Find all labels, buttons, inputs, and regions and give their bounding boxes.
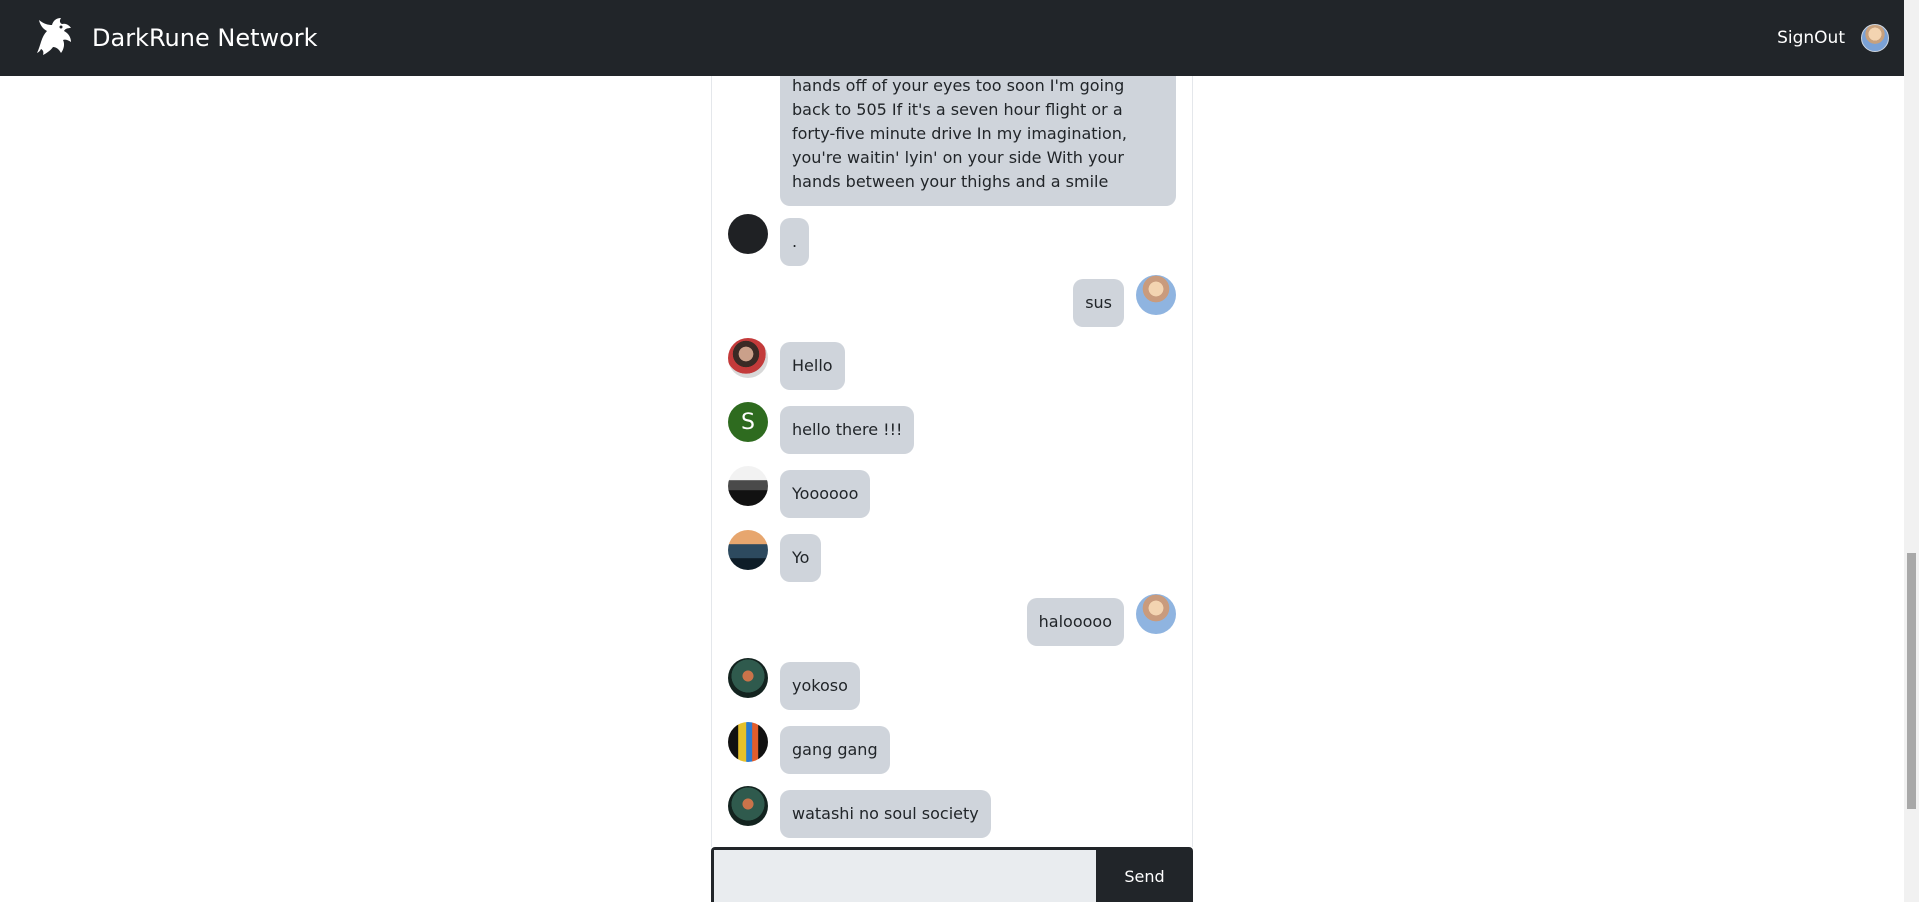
- brand-name: DarkRune Network: [92, 24, 318, 52]
- message-bubble: Yoooooo: [780, 470, 871, 518]
- page-scrollbar[interactable]: [1904, 0, 1919, 902]
- send-button[interactable]: Send: [1096, 850, 1193, 902]
- bw-photo-avatar: [728, 466, 768, 506]
- message-bubble: watashi no soul society: [780, 790, 991, 838]
- me-avatar: [1136, 594, 1176, 634]
- forest-photo-avatar: [728, 786, 768, 826]
- message-bubble: yokoso: [780, 662, 860, 710]
- message-bubble: gang gang: [780, 726, 890, 774]
- top-navbar: DarkRune Network SignOut: [0, 0, 1919, 76]
- photo-avatar: [728, 338, 768, 378]
- message-composer: Send: [711, 847, 1193, 902]
- signout-link[interactable]: SignOut: [1777, 28, 1845, 48]
- letter-avatar: S: [728, 402, 768, 442]
- message-bubble: Hello: [780, 342, 845, 390]
- message-item: Hello: [728, 338, 1176, 390]
- message-item: S hello there !!!: [728, 402, 1176, 454]
- dark-circle-avatar: [728, 214, 768, 254]
- k-photo-avatar: [728, 722, 768, 762]
- dragon-icon: [30, 14, 78, 62]
- nav-right: SignOut: [1777, 24, 1889, 52]
- message-item: Yoooooo: [728, 466, 1176, 518]
- user-avatar[interactable]: [1861, 24, 1889, 52]
- brand[interactable]: DarkRune Network: [30, 14, 318, 62]
- message-bubble: .: [780, 218, 810, 266]
- message-bubble: hello there !!!: [780, 406, 915, 454]
- message-input[interactable]: [714, 850, 1096, 902]
- message-bubble: sus: [1073, 279, 1124, 327]
- scrollbar-thumb[interactable]: [1907, 553, 1916, 809]
- message-bubble: Yo: [780, 534, 822, 582]
- sky-photo-avatar: [728, 530, 768, 570]
- message-item: .: [728, 214, 1176, 266]
- chat-panel: hands off of your eyes too soon I'm goin…: [711, 76, 1193, 847]
- forest-photo-avatar: [728, 658, 768, 698]
- message-item-mine: halooooo: [728, 594, 1176, 646]
- message-item: hands off of your eyes too soon I'm goin…: [728, 76, 1176, 206]
- message-item: Yo: [728, 530, 1176, 582]
- me-avatar: [1136, 275, 1176, 315]
- message-bubble: halooooo: [1026, 598, 1124, 646]
- message-item: gang gang: [728, 722, 1176, 774]
- message-item: yokoso: [728, 658, 1176, 710]
- message-item: watashi no soul society: [728, 786, 1176, 838]
- message-bubble: hands off of your eyes too soon I'm goin…: [780, 76, 1176, 206]
- message-item-mine: sus: [728, 275, 1176, 327]
